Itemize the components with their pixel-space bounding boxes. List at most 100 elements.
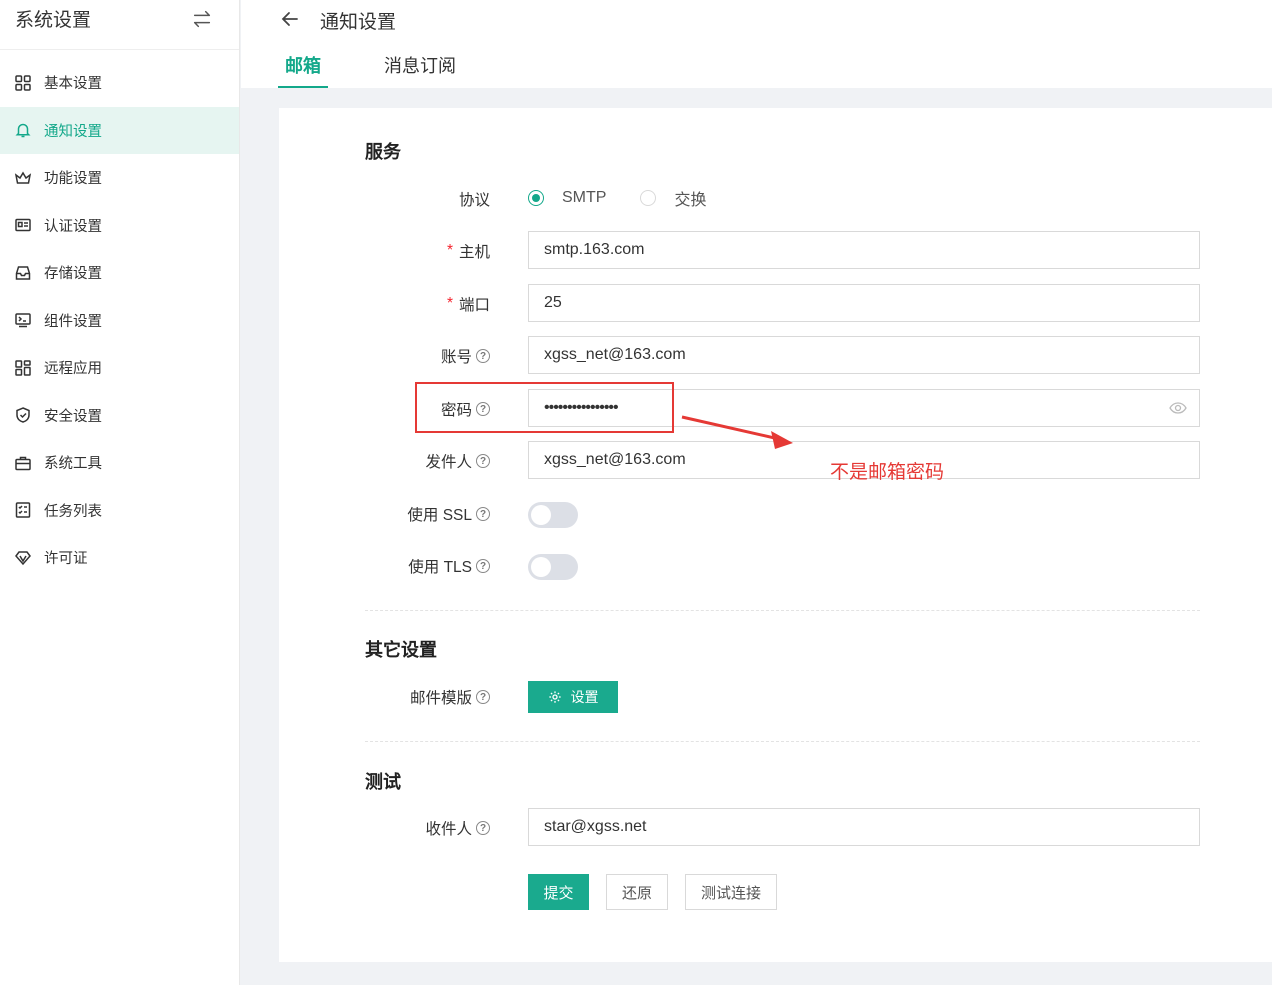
task-list-icon: [14, 501, 32, 519]
divider: [365, 741, 1200, 742]
sidebar-item-basic[interactable]: 基本设置: [0, 59, 239, 107]
tls-label: 使用 TLS?: [408, 555, 490, 577]
tls-switch[interactable]: [528, 554, 578, 580]
template-settings-button-label: 设置: [570, 689, 599, 705]
tab-message-subscription[interactable]: 消息订阅: [384, 52, 456, 88]
sidebar-title: 系统设置: [15, 10, 92, 31]
help-icon[interactable]: ?: [476, 349, 490, 363]
recipient-input-value: star@xgss.net: [544, 818, 647, 835]
terminal-icon: [14, 311, 32, 329]
recipient-label-text: 收件人: [425, 821, 472, 838]
port-label: * 端口: [447, 293, 490, 315]
diamond-icon: [14, 549, 32, 567]
sidebar-item-feature[interactable]: 功能设置: [0, 154, 239, 202]
eye-icon[interactable]: [1169, 400, 1187, 416]
sidebar-item-system-tools[interactable]: 系统工具: [0, 439, 239, 487]
port-input-value: 25: [544, 294, 562, 311]
bell-icon: [14, 121, 32, 139]
page-title: 通知设置: [320, 12, 397, 33]
sidebar-item-task-list[interactable]: 任务列表: [0, 487, 239, 535]
account-label-text: 账号: [440, 349, 472, 366]
account-label: 账号?: [441, 345, 490, 367]
sender-label: 发件人?: [425, 450, 490, 472]
protocol-label: 协议: [459, 188, 490, 210]
section-title-other: 其它设置: [365, 640, 437, 660]
protocol-radio-group: SMTP 交换: [528, 186, 706, 210]
apps-icon: [14, 359, 32, 377]
tab-mailbox[interactable]: 邮箱: [278, 52, 328, 88]
section-title-test: 测试: [365, 772, 401, 792]
help-icon[interactable]: ?: [476, 559, 490, 573]
protocol-label-text: 协议: [458, 192, 490, 209]
sidebar-item-label: 远程应用: [44, 361, 102, 378]
swap-icon[interactable]: [191, 8, 213, 30]
help-icon[interactable]: ?: [476, 690, 490, 704]
sidebar-item-label: 基本设置: [44, 76, 102, 93]
port-label-text: 端口: [458, 297, 490, 314]
sidebar-item-label: 通知设置: [44, 123, 102, 140]
help-icon[interactable]: ?: [476, 821, 490, 835]
ssl-label-text: 使用 SSL: [407, 507, 472, 524]
sidebar-item-label: 功能设置: [44, 171, 102, 188]
section-title-service: 服务: [365, 142, 401, 162]
sidebar-item-license[interactable]: 许可证: [0, 534, 239, 582]
id-card-icon: [14, 216, 32, 234]
help-icon[interactable]: ?: [476, 507, 490, 521]
sidebar-item-storage[interactable]: 存储设置: [0, 249, 239, 297]
annotation-highlight-box: [415, 382, 674, 433]
radio-smtp-label[interactable]: SMTP: [562, 189, 606, 207]
sidebar-item-label: 许可证: [44, 551, 88, 568]
account-input-value: xgss_net@163.com: [544, 346, 686, 363]
ssl-switch[interactable]: [528, 502, 578, 528]
toolbox-icon: [14, 454, 32, 472]
sender-label-text: 发件人: [425, 454, 472, 471]
sidebar-item-remote-apps[interactable]: 远程应用: [0, 344, 239, 392]
sidebar-item-label: 任务列表: [44, 503, 102, 520]
submit-button[interactable]: 提交: [528, 874, 589, 910]
tls-label-text: 使用 TLS: [408, 559, 472, 576]
recipient-label: 收件人?: [425, 817, 490, 839]
radio-smtp[interactable]: [528, 190, 544, 206]
host-label-text: 主机: [458, 244, 490, 261]
inbox-icon: [14, 264, 32, 282]
template-label-text: 邮件模版: [409, 690, 472, 707]
back-arrow-icon[interactable]: [279, 8, 301, 30]
settings-card: 服务 协议 SMTP 交换 * 主机 smtp.163.com * 端口 25 账号…: [279, 108, 1272, 962]
help-icon[interactable]: ?: [476, 454, 490, 468]
test-connection-button[interactable]: 测试连接: [685, 874, 777, 910]
grid-icon: [14, 74, 32, 92]
template-label: 邮件模版?: [410, 686, 490, 708]
sidebar-item-component[interactable]: 组件设置: [0, 297, 239, 345]
required-mark: *: [446, 295, 453, 312]
radio-exchange-label[interactable]: 交换: [674, 186, 706, 210]
sidebar-item-auth[interactable]: 认证设置: [0, 202, 239, 250]
required-mark: *: [446, 242, 453, 259]
sender-input-value: xgss_net@163.com: [544, 451, 686, 468]
shield-icon: [14, 406, 32, 424]
sidebar-item-notification[interactable]: 通知设置: [0, 106, 239, 154]
template-settings-button[interactable]: 设置: [528, 681, 618, 713]
annotation-text: 不是邮箱密码: [830, 462, 945, 483]
sidebar-item-label: 组件设置: [44, 313, 102, 330]
page-header: 通知设置 邮箱 消息订阅: [241, 0, 1272, 88]
recipient-input[interactable]: star@xgss.net: [528, 808, 1200, 846]
annotation-arrow: [681, 415, 793, 449]
account-input[interactable]: xgss_net@163.com: [528, 336, 1200, 374]
sidebar: 系统设置 基本设置 通知设置 功能设置 认证设置 存储设置 组件设置 远程应用 …: [0, 0, 240, 985]
host-input-value: smtp.163.com: [544, 241, 645, 258]
divider: [365, 610, 1200, 611]
sidebar-item-security[interactable]: 安全设置: [0, 392, 239, 440]
reset-button[interactable]: 还原: [606, 874, 668, 910]
port-input[interactable]: 25: [528, 284, 1200, 322]
crown-icon: [14, 169, 32, 187]
sidebar-item-label: 存储设置: [44, 266, 102, 283]
host-label: * 主机: [447, 240, 490, 262]
host-input[interactable]: smtp.163.com: [528, 231, 1200, 269]
radio-exchange[interactable]: [640, 190, 657, 206]
sidebar-item-label: 系统工具: [44, 456, 102, 473]
sidebar-item-label: 认证设置: [44, 218, 102, 235]
ssl-label: 使用 SSL?: [407, 503, 490, 525]
sidebar-item-label: 安全设置: [44, 408, 102, 425]
sidebar-header: 系统设置: [0, 0, 239, 50]
gear-icon: [548, 690, 562, 704]
